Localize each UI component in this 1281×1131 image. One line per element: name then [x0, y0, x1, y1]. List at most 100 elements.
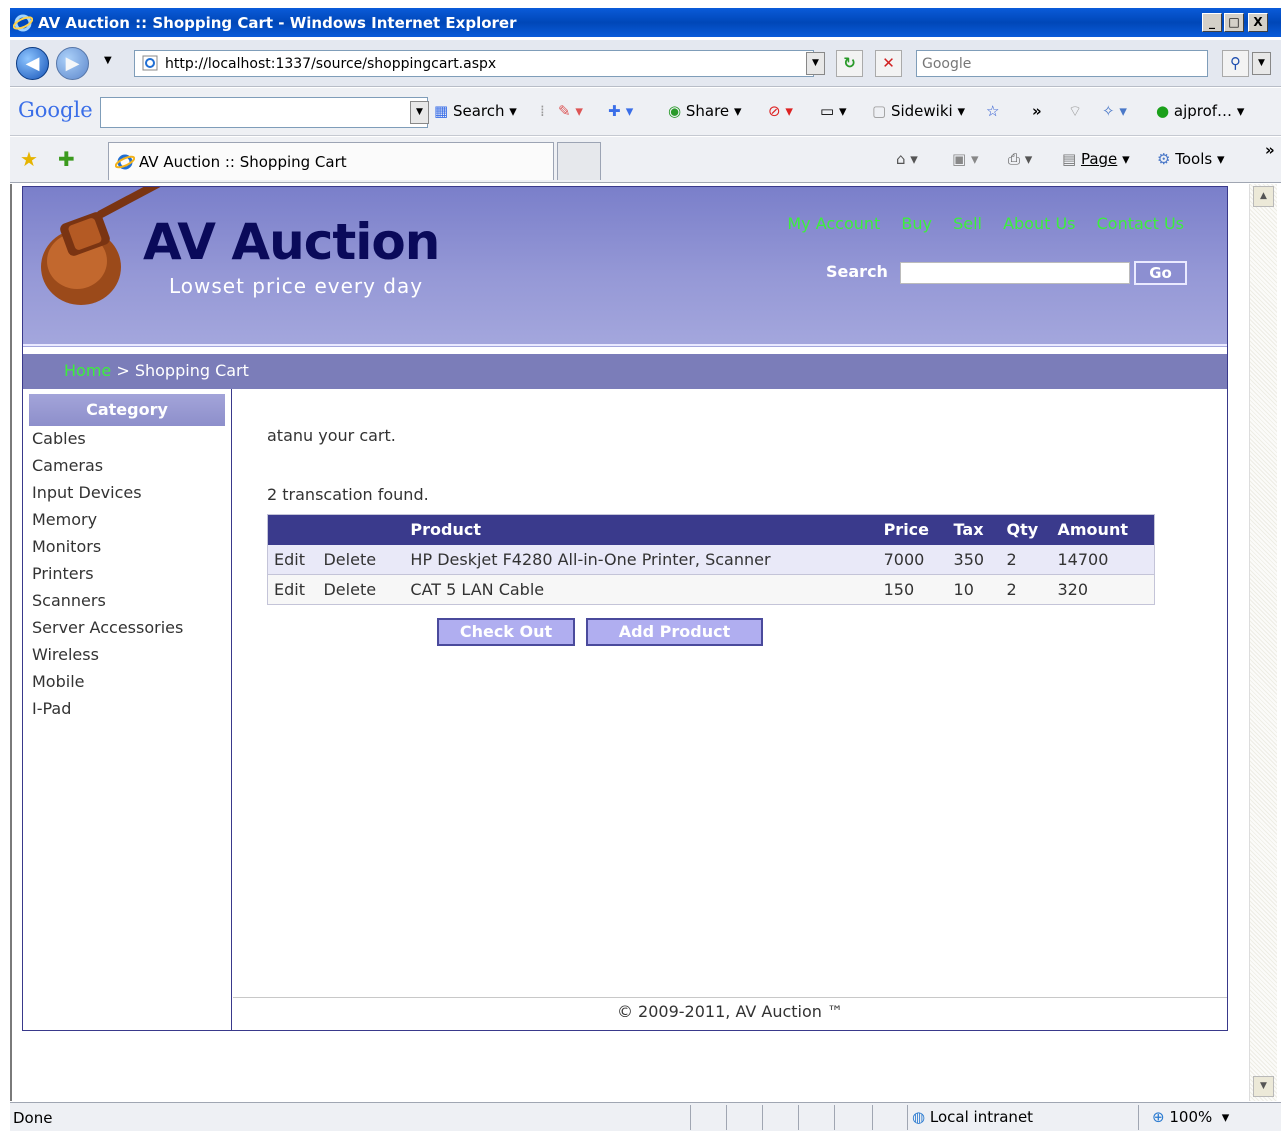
- category-i-pad[interactable]: I-Pad: [32, 697, 183, 724]
- status-panel: [1138, 1105, 1139, 1130]
- refresh-icon[interactable]: ↻: [836, 50, 863, 77]
- table-row: Edit Delete CAT 5 LAN Cable 150 10 2 320: [267, 574, 1155, 605]
- window-title-bar: AV Auction :: Shopping Cart - Windows In…: [10, 8, 1281, 37]
- breadcrumb: Home > Shopping Cart: [23, 354, 1227, 389]
- nav-my-account-link[interactable]: My Account: [787, 214, 880, 233]
- checkout-button[interactable]: Check Out: [437, 618, 575, 646]
- edit-link[interactable]: Edit: [267, 574, 318, 605]
- go-button[interactable]: Go: [1134, 261, 1187, 285]
- page-menu[interactable]: ▤ Page ▾: [1062, 150, 1130, 168]
- status-text: Done: [13, 1109, 53, 1127]
- google-search-icon: ▦: [434, 102, 449, 120]
- search-input[interactable]: Google: [916, 50, 1208, 77]
- maximize-button[interactable]: □: [1224, 13, 1244, 32]
- category-monitors[interactable]: Monitors: [32, 535, 183, 562]
- tax-cell: 350: [947, 544, 1001, 575]
- site-header: AV Auction Lowset price every day My Acc…: [23, 187, 1227, 347]
- nav-about-us-link[interactable]: About Us: [1003, 214, 1075, 233]
- share-button[interactable]: ◉ Share ▾: [668, 102, 741, 120]
- print-icon[interactable]: ⎙ ▾: [1008, 150, 1032, 168]
- google-search-button[interactable]: ▦ Search ▾: [434, 102, 517, 120]
- scroll-down-arrow[interactable]: ▼: [1253, 1076, 1274, 1097]
- breadcrumb-home-link[interactable]: Home: [64, 361, 111, 380]
- top-navigation: My Account Buy Sell About Us Contact Us: [771, 214, 1184, 233]
- tab-shopping-cart[interactable]: AV Auction :: Shopping Cart: [108, 142, 554, 180]
- vertical-scrollbar[interactable]: ▲ ▼: [1249, 184, 1277, 1101]
- popup-blocker-icon[interactable]: ⊘ ▾: [768, 102, 793, 120]
- bookmark-icon[interactable]: ✎ ▾: [558, 102, 583, 120]
- nav-buy-link[interactable]: Buy: [901, 214, 932, 233]
- favorites-more-button[interactable]: »: [1265, 141, 1275, 159]
- category-server-accessories[interactable]: Server Accessories: [32, 616, 183, 643]
- category-cables[interactable]: Cables: [32, 427, 183, 454]
- wrench-icon[interactable]: ✧ ▾: [1102, 102, 1127, 120]
- minimize-button[interactable]: _: [1202, 13, 1222, 32]
- history-dropdown-icon[interactable]: ▼: [104, 55, 112, 66]
- tools-menu[interactable]: ⚙ Tools ▾: [1157, 150, 1225, 168]
- cart-greeting: atanu your cart.: [267, 426, 396, 445]
- category-mobile[interactable]: Mobile: [32, 670, 183, 697]
- address-bar[interactable]: http://localhost:1337/source/shoppingcar…: [134, 50, 814, 77]
- feeds-icon[interactable]: ▣ ▾: [952, 150, 978, 168]
- status-panel: [872, 1105, 873, 1130]
- search-options-button[interactable]: ▼: [1252, 52, 1271, 75]
- stop-icon[interactable]: ✕: [875, 50, 902, 77]
- tax-cell: 10: [947, 574, 1001, 605]
- google-search-input[interactable]: [100, 97, 428, 128]
- sidewiki-button[interactable]: ▢ Sidewiki ▾: [872, 102, 965, 120]
- forward-button[interactable]: ▶: [56, 47, 89, 80]
- google-logo[interactable]: Google: [18, 98, 93, 122]
- amount-cell: 14700: [1051, 544, 1155, 575]
- category-printers[interactable]: Printers: [32, 562, 183, 589]
- toolbar-separator: ⁞: [540, 102, 545, 120]
- main-content: atanu your cart. 2 transcation found. Pr…: [233, 389, 1227, 1031]
- home-icon[interactable]: ⌂ ▾: [896, 150, 918, 168]
- product-cell: CAT 5 LAN Cable: [404, 574, 878, 605]
- more-tools-button[interactable]: »: [1032, 102, 1042, 120]
- category-input-devices[interactable]: Input Devices: [32, 481, 183, 508]
- column-header-product: Product: [404, 514, 878, 545]
- site-search-input[interactable]: [900, 262, 1130, 284]
- favorites-star-icon[interactable]: ★: [20, 147, 38, 171]
- new-tab-button[interactable]: [557, 142, 601, 180]
- nav-contact-us-link[interactable]: Contact Us: [1097, 214, 1184, 233]
- status-panel: [690, 1105, 691, 1130]
- delete-link[interactable]: Delete: [317, 574, 405, 605]
- add-icon[interactable]: ✚ ▾: [608, 102, 633, 120]
- edit-link[interactable]: Edit: [267, 544, 318, 575]
- signal-icon: ⌔: [1068, 102, 1083, 120]
- column-header-amount: Amount: [1051, 514, 1155, 545]
- security-zone[interactable]: ◍ Local intranet: [912, 1108, 1033, 1126]
- category-list: Cables Cameras Input Devices Memory Moni…: [32, 427, 183, 724]
- category-cameras[interactable]: Cameras: [32, 454, 183, 481]
- product-cell: HP Deskjet F4280 All-in-One Printer, Sca…: [404, 544, 878, 575]
- form-fill-icon[interactable]: ▭ ▾: [820, 102, 846, 120]
- category-memory[interactable]: Memory: [32, 508, 183, 535]
- google-search-dropdown[interactable]: ▼: [410, 101, 429, 124]
- zoom-level[interactable]: ⊕ 100% ▾: [1152, 1108, 1229, 1126]
- address-dropdown-button[interactable]: ▼: [806, 52, 825, 75]
- site-title: AV Auction: [143, 213, 440, 271]
- sidewiki-icon: ▢: [872, 102, 887, 120]
- profile-button[interactable]: ● ajprof… ▾: [1156, 102, 1244, 120]
- add-product-button[interactable]: Add Product: [586, 618, 763, 646]
- star-icon[interactable]: ☆: [986, 102, 999, 120]
- category-wireless[interactable]: Wireless: [32, 643, 183, 670]
- category-scanners[interactable]: Scanners: [32, 589, 183, 616]
- status-panel: [762, 1105, 763, 1130]
- scroll-up-arrow[interactable]: ▲: [1253, 186, 1274, 207]
- add-favorite-icon[interactable]: ✚: [58, 147, 75, 171]
- search-go-icon[interactable]: ⚲: [1222, 50, 1249, 77]
- delete-link[interactable]: Delete: [317, 544, 405, 575]
- category-heading: Category: [29, 394, 225, 426]
- favorites-bar: ★ ✚ AV Auction :: Shopping Cart ⌂ ▾ ▣ ▾ …: [10, 137, 1281, 183]
- column-header: [267, 514, 318, 545]
- window-title: AV Auction :: Shopping Cart - Windows In…: [38, 14, 517, 32]
- cart-table: Product Price Tax Qty Amount Edit Delete…: [267, 514, 1155, 605]
- close-button[interactable]: X: [1248, 13, 1268, 32]
- navigation-bar: ◀ ▶ ▼ http://localhost:1337/source/shopp…: [10, 40, 1281, 87]
- back-button[interactable]: ◀: [16, 47, 49, 80]
- amount-cell: 320: [1051, 574, 1155, 605]
- nav-sell-link[interactable]: Sell: [953, 214, 982, 233]
- table-row: Edit Delete HP Deskjet F4280 All-in-One …: [267, 544, 1155, 575]
